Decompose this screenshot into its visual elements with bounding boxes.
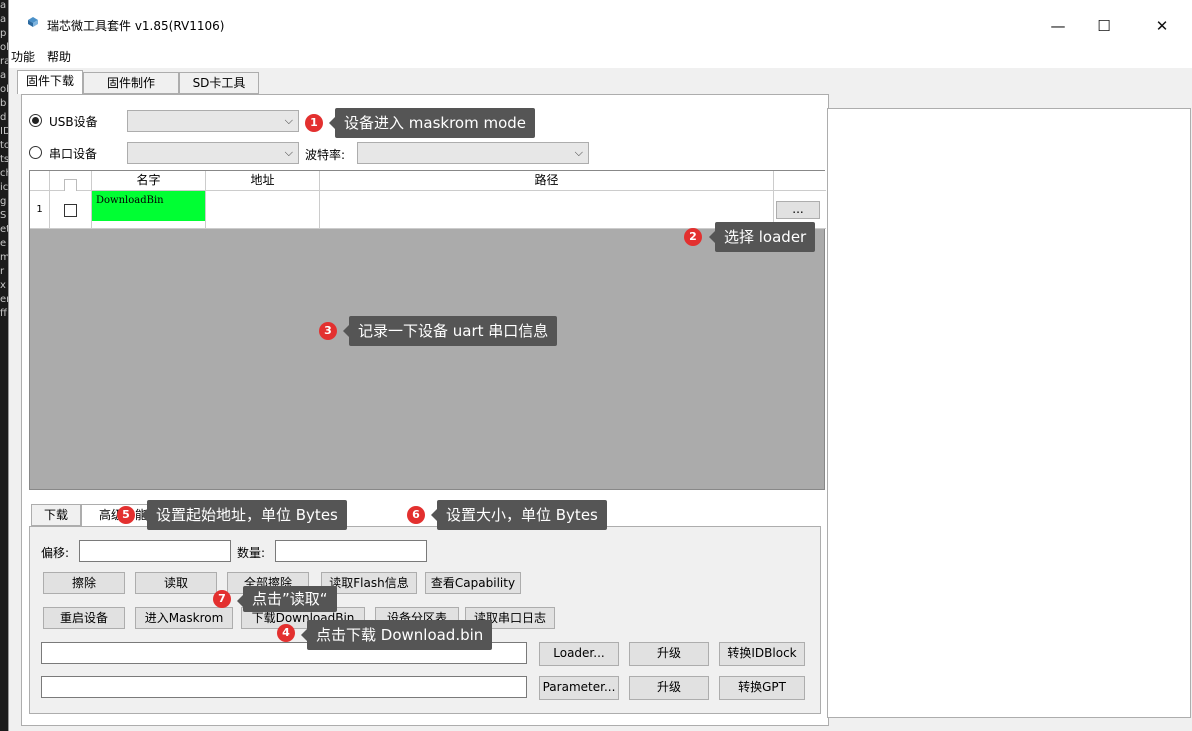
callout-badge-2: 2 <box>684 228 702 246</box>
tab-firmware-make[interactable]: 固件制作 <box>83 72 179 94</box>
callout-badge-3: 3 <box>319 322 337 340</box>
reboot-device-button[interactable]: 重启设备 <box>43 607 125 629</box>
app-window: 瑞芯微工具套件 v1.85(RV1106) — ☐ ✕ 功能 帮助 固件下载 固… <box>8 0 1192 731</box>
enter-maskrom-button[interactable]: 进入Maskrom <box>135 607 233 629</box>
callout-badge-5: 5 <box>117 506 135 524</box>
menu-help[interactable]: 帮助 <box>47 48 71 65</box>
grid-corner <box>30 171 50 191</box>
baud-rate-select[interactable]: ⌵ <box>357 142 589 164</box>
callout-badge-4: 4 <box>277 624 295 642</box>
browse-button[interactable]: ... <box>776 201 820 219</box>
chevron-down-icon: ⌵ <box>574 146 583 159</box>
callout-6: 设置大小，单位 Bytes <box>431 500 607 530</box>
parameter-path-field[interactable] <box>41 676 527 698</box>
menu-bar <box>9 44 1192 68</box>
callout-5: 设置起始地址，单位 Bytes <box>141 500 347 530</box>
table-row-name: DownloadBin <box>92 191 205 221</box>
erase-button[interactable]: 擦除 <box>43 572 125 594</box>
title-bar: 瑞芯微工具套件 v1.85(RV1106) — ☐ ✕ <box>9 0 1192 44</box>
tab-firmware-download[interactable]: 固件下载 <box>17 70 83 94</box>
callout-badge-1: 1 <box>305 114 323 132</box>
app-icon <box>28 17 38 27</box>
log-panel <box>827 108 1191 718</box>
close-button[interactable]: ✕ <box>1139 8 1185 44</box>
window-title: 瑞芯微工具套件 v1.85(RV1106) <box>47 19 225 33</box>
serial-device-radio[interactable] <box>29 146 42 159</box>
offset-field[interactable] <box>79 540 231 562</box>
minimize-button[interactable]: — <box>1035 8 1081 44</box>
callout-7: 点击”读取“ <box>237 586 337 612</box>
background-window-strip: aapolraaobbdIDtctschicgSetemrxerff <box>0 0 8 731</box>
table-row-name-cell[interactable]: DownloadBin <box>92 191 206 229</box>
upgrade-loader-button[interactable]: 升级 <box>629 642 709 666</box>
usb-device-select[interactable]: ⌵ <box>127 110 299 132</box>
usb-device-radio[interactable] <box>29 114 42 127</box>
offset-label: 偏移: <box>41 546 70 560</box>
read-button[interactable]: 读取 <box>135 572 217 594</box>
callout-4: 点击下载 Download.bin <box>300 620 493 650</box>
callout-1: 设备进入 maskrom mode <box>328 108 536 138</box>
callout-badge-7: 7 <box>213 590 231 608</box>
grid-header-name: 名字 <box>92 171 206 191</box>
callout-3: 记录一下设备 uart 串口信息 <box>342 316 558 346</box>
serial-device-label: 串口设备 <box>49 147 98 161</box>
convert-gpt-button[interactable]: 转换GPT <box>719 676 805 700</box>
row-checkbox[interactable] <box>64 204 77 217</box>
grid-header-browse <box>774 171 826 191</box>
table-row-path[interactable] <box>320 191 774 229</box>
view-capability-button[interactable]: 查看Capability <box>425 572 521 594</box>
table-row-number: 1 <box>30 191 50 229</box>
usb-device-label: USB设备 <box>49 115 98 129</box>
callout-badge-6: 6 <box>407 506 425 524</box>
tab-sd-tool[interactable]: SD卡工具 <box>179 72 259 94</box>
baud-rate-label: 波特率: <box>305 148 346 162</box>
convert-idblock-button[interactable]: 转换IDBlock <box>719 642 805 666</box>
callout-2: 选择 loader <box>708 222 816 252</box>
grid-header-address: 地址 <box>206 171 320 191</box>
table-row-address[interactable] <box>206 191 320 229</box>
menu-function[interactable]: 功能 <box>11 48 35 65</box>
tab-download[interactable]: 下载 <box>31 504 81 526</box>
count-field[interactable] <box>275 540 427 562</box>
count-label: 数量: <box>237 546 266 560</box>
parameter-button[interactable]: Parameter... <box>539 676 619 700</box>
chevron-down-icon: ⌵ <box>284 146 293 159</box>
maximize-button[interactable]: ☐ <box>1081 8 1127 44</box>
upgrade-parameter-button[interactable]: 升级 <box>629 676 709 700</box>
chevron-down-icon: ⌵ <box>284 114 293 127</box>
serial-device-select[interactable]: ⌵ <box>127 142 299 164</box>
grid-header-check <box>50 171 92 192</box>
grid-header-path: 路径 <box>320 171 774 191</box>
loader-button[interactable]: Loader... <box>539 642 619 666</box>
table-row-check-cell <box>50 191 92 229</box>
